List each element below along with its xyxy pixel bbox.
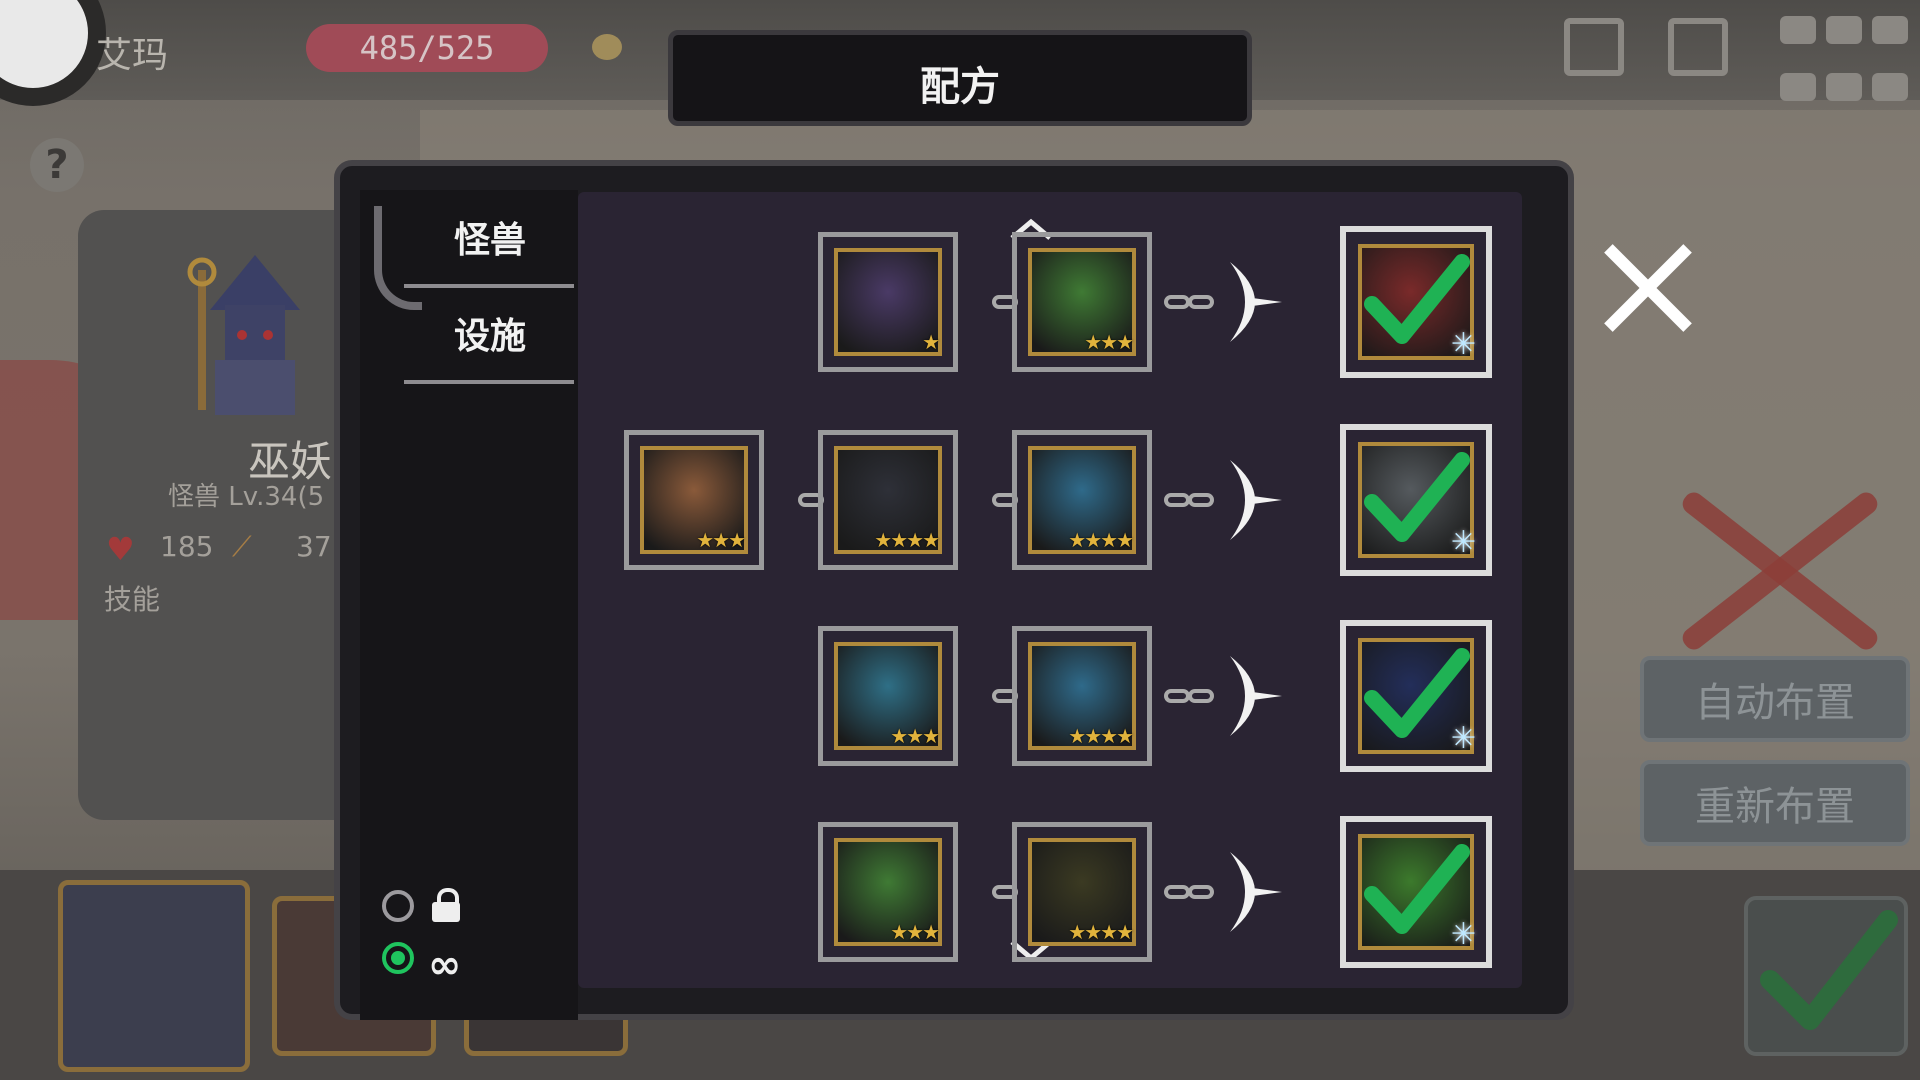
- ingredient-slot[interactable]: ★★★★: [1012, 430, 1152, 570]
- unit-card[interactable]: [58, 880, 250, 1072]
- dialog-title: 配方: [920, 64, 1000, 110]
- menu-grid-icon[interactable]: [1780, 16, 1916, 120]
- confirm-button[interactable]: [1744, 896, 1908, 1056]
- chain-link-icon: [1164, 689, 1190, 703]
- heart-icon: ♥: [106, 530, 135, 568]
- player-name: 艾玛: [96, 35, 169, 76]
- chain-link-icon: [1188, 493, 1214, 507]
- tab-facilities[interactable]: 设施: [400, 292, 580, 382]
- rarity-stars: ★★★★: [1068, 920, 1134, 944]
- tab-divider: [404, 380, 574, 384]
- crescent-arrow-icon: [1230, 656, 1282, 736]
- hp-bar: 485/525: [306, 24, 548, 72]
- scroll-icon[interactable]: [1668, 18, 1728, 76]
- attack-stat: 37: [296, 530, 332, 563]
- coin-icon: [592, 34, 622, 60]
- rarity-stars: ★★★: [1084, 330, 1134, 354]
- chain-link-icon: [1188, 885, 1214, 899]
- monster-level: 怪兽 Lv.34(5: [168, 482, 325, 512]
- attack-icon: ⟋: [232, 530, 252, 563]
- ingredient-slot[interactable]: ★★★★: [1012, 822, 1152, 962]
- crescent-arrow-icon: [1230, 852, 1282, 932]
- crescent-arrow-icon: [1230, 262, 1282, 342]
- skills-label: 技能: [104, 583, 161, 616]
- help-icon[interactable]: ?: [30, 138, 84, 192]
- sparkle-icon: ✳: [1450, 327, 1476, 362]
- rarity-stars: ★★★★: [1068, 724, 1134, 748]
- ingredient-slot[interactable]: ★★★: [818, 626, 958, 766]
- rarity-stars: ★★★: [696, 528, 746, 552]
- hp-stat: 185: [160, 530, 214, 563]
- ingredient-slot[interactable]: ★★★: [818, 822, 958, 962]
- recipe-result[interactable]: ✳: [1340, 424, 1492, 576]
- sparkle-icon: ✳: [1450, 917, 1476, 952]
- tab-divider: [404, 284, 574, 288]
- recipe-result[interactable]: ✳: [1340, 816, 1492, 968]
- chain-link-icon: [1188, 295, 1214, 309]
- radio-infinite-option[interactable]: [382, 942, 414, 974]
- lich-portrait: [187, 255, 300, 415]
- book-icon[interactable]: [1564, 18, 1624, 76]
- chain-link-icon: [1164, 885, 1190, 899]
- tab-monsters[interactable]: 怪兽: [400, 196, 580, 286]
- chain-link-icon: [1164, 493, 1190, 507]
- radio-lock-option[interactable]: [382, 890, 414, 922]
- lock-icon: [430, 888, 462, 922]
- rarity-stars: ★★★: [890, 724, 940, 748]
- rarity-stars: ★★★★: [874, 528, 940, 552]
- chain-link-icon: [1188, 689, 1214, 703]
- auto-arrange-button[interactable]: 自动布置: [1640, 656, 1910, 742]
- check-icon: [1760, 910, 1898, 1030]
- crescent-arrow-icon: [1230, 460, 1282, 540]
- sparkle-icon: ✳: [1450, 721, 1476, 756]
- recipe-result[interactable]: ✳: [1340, 620, 1492, 772]
- recipe-result[interactable]: ✳: [1340, 226, 1492, 378]
- ingredient-slot[interactable]: ★★★: [624, 430, 764, 570]
- infinity-icon: ∞: [428, 942, 462, 988]
- ingredient-slot[interactable]: ★★★★: [818, 430, 958, 570]
- ingredient-slot[interactable]: ★★★★: [1012, 626, 1152, 766]
- sparkle-icon: ✳: [1450, 525, 1476, 560]
- rarity-stars: ★★★★: [1068, 528, 1134, 552]
- chain-link-icon: [1164, 295, 1190, 309]
- ingredient-slot[interactable]: ★★★: [1012, 232, 1152, 372]
- close-button[interactable]: [1600, 240, 1696, 336]
- rarity-stars: ★★★: [890, 920, 940, 944]
- rarity-stars: ★: [922, 330, 940, 354]
- ingredient-slot[interactable]: ★: [818, 232, 958, 372]
- rearrange-button[interactable]: 重新布置: [1640, 760, 1910, 846]
